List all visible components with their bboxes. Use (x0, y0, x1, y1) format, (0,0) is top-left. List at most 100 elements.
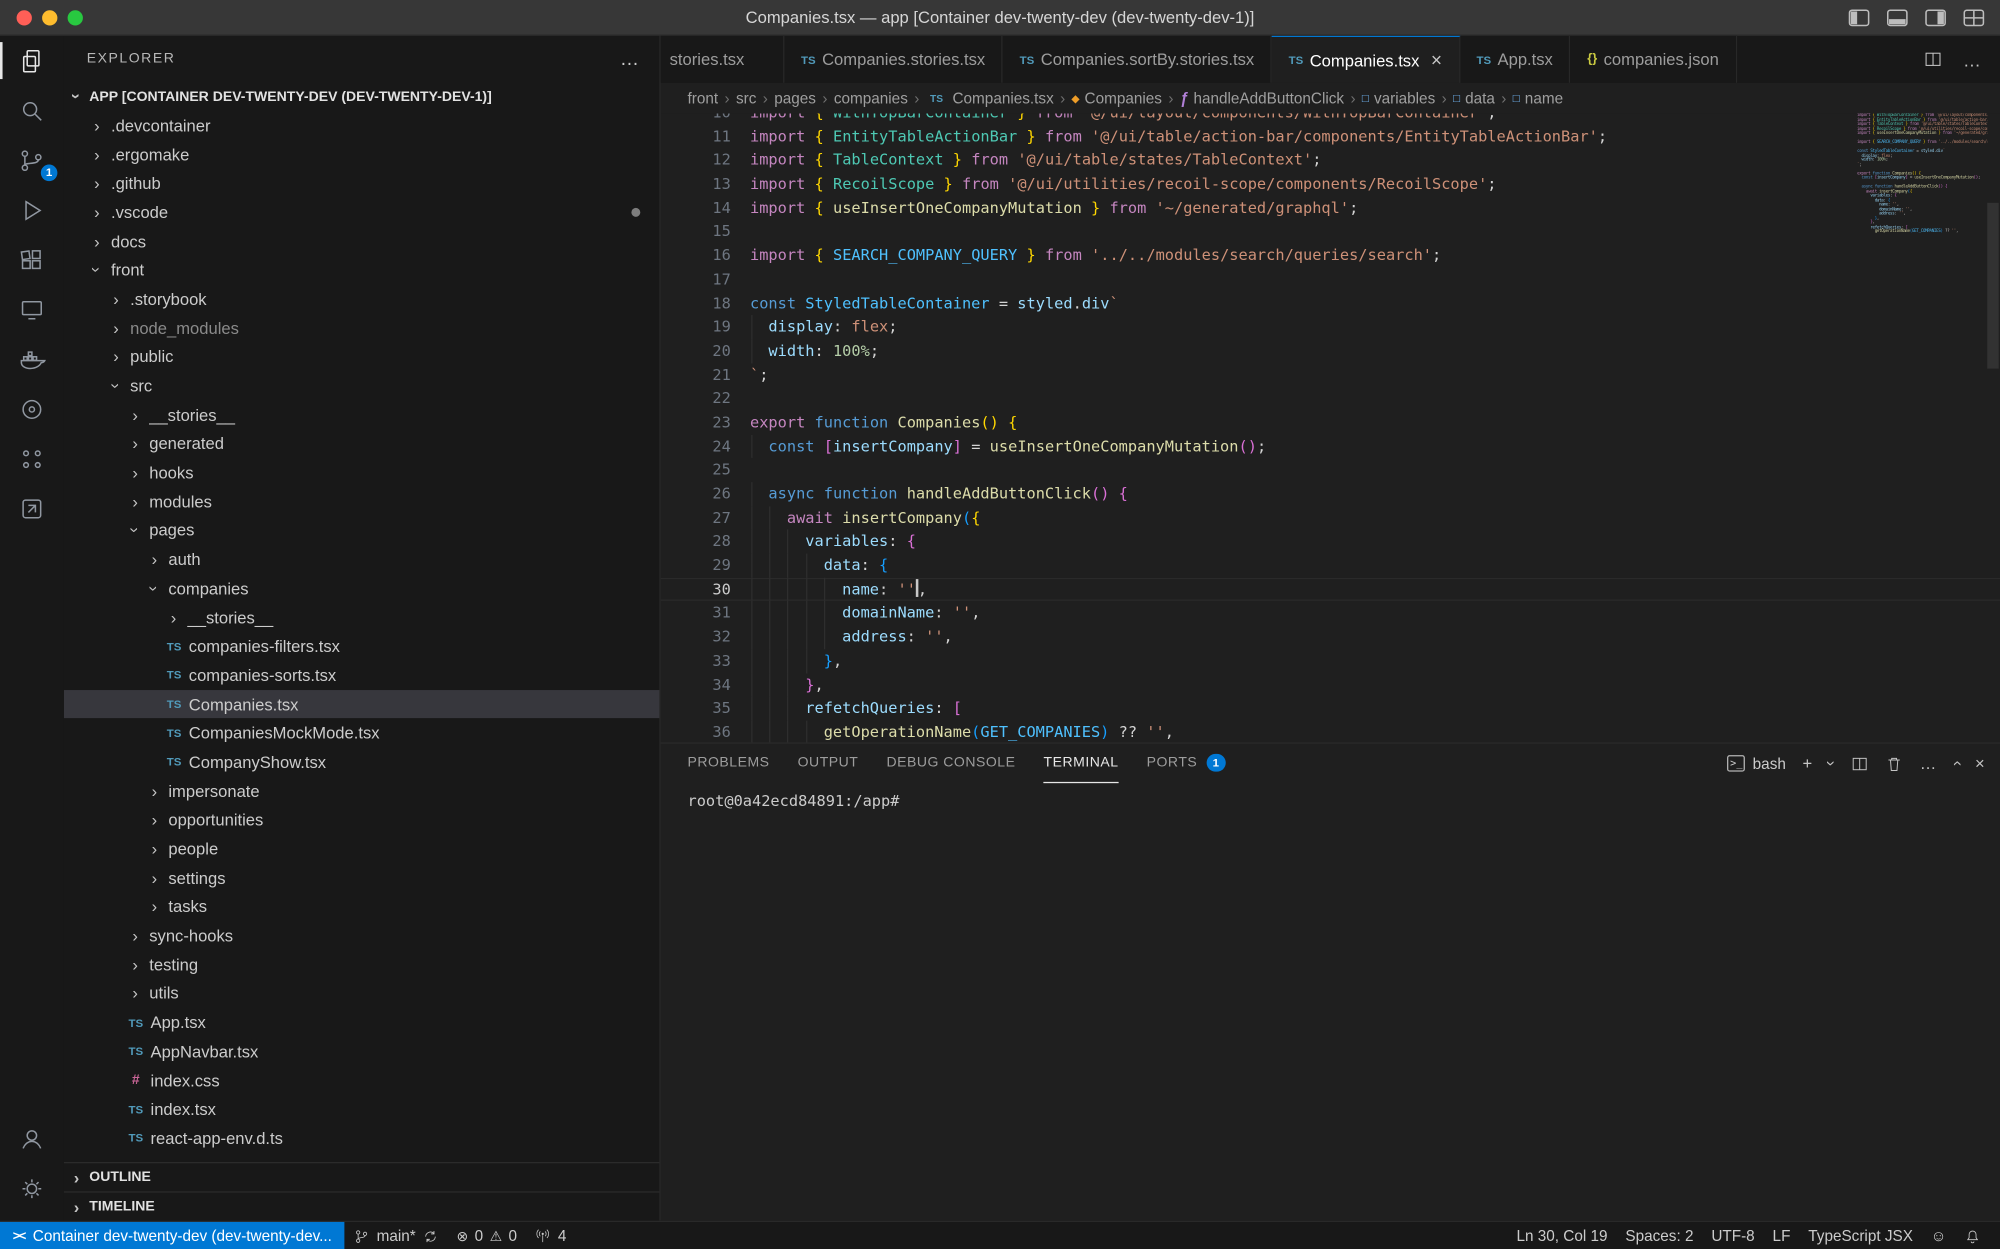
breadcrumb-pages[interactable]: pages (774, 89, 816, 107)
code-line-20[interactable]: 20 width: 100%; (661, 339, 2000, 363)
tree-folder-__stories__[interactable]: ›__stories__ (64, 400, 660, 429)
tree-folder-auth[interactable]: ›auth (64, 545, 660, 574)
tree-file-CompanyShow.tsx[interactable]: TSCompanyShow.tsx (64, 748, 660, 777)
terminal-content[interactable]: root@0a42ecd84891:/app# (661, 783, 2000, 1221)
workspace-section-header[interactable]: › APP [CONTAINER DEV-TWENTY-DEV (DEV-TWE… (64, 82, 660, 111)
breadcrumb-Companies[interactable]: ◆Companies (1072, 89, 1162, 107)
ports-indicator[interactable]: 4 (526, 1222, 575, 1249)
tree-file-AppNavbar.tsx[interactable]: TSAppNavbar.tsx (64, 1037, 660, 1066)
close-panel-icon[interactable]: × (1975, 754, 1985, 773)
extension-a-activity-button[interactable] (0, 384, 64, 434)
tree-folder-.ergomake[interactable]: ›.ergomake (64, 140, 660, 169)
tree-folder-pages[interactable]: ›pages (64, 516, 660, 545)
breadcrumb-front[interactable]: front (687, 89, 718, 107)
tree-folder-testing[interactable]: ›testing (64, 950, 660, 979)
breadcrumb-src[interactable]: src (736, 89, 756, 107)
tree-folder-hooks[interactable]: ›hooks (64, 458, 660, 487)
extensions-activity-button[interactable] (0, 235, 64, 285)
tree-folder-.devcontainer[interactable]: ›.devcontainer (64, 111, 660, 140)
code-line-16[interactable]: 16import { SEARCH_COMPANY_QUERY } from '… (661, 244, 2000, 268)
tree-folder-people[interactable]: ›people (64, 834, 660, 863)
tree-file-App.tsx[interactable]: TSApp.tsx (64, 1008, 660, 1037)
extension-c-activity-button[interactable] (0, 483, 64, 533)
eol-setting[interactable]: LF (1764, 1222, 1800, 1249)
tree-folder-settings[interactable]: ›settings (64, 863, 660, 892)
code-line-14[interactable]: 14import { useInsertOneCompanyMutation }… (661, 196, 2000, 220)
tab-stories.tsx[interactable]: stories.tsx (661, 36, 785, 83)
kill-terminal-icon[interactable] (1885, 754, 1903, 772)
code-line-17[interactable]: 17 (661, 268, 2000, 292)
cursor-position[interactable]: Ln 30, Col 19 (1508, 1222, 1617, 1249)
indentation-setting[interactable]: Spaces: 2 (1616, 1222, 1702, 1249)
toggle-sidebar-left-icon[interactable] (1848, 8, 1870, 26)
code-line-21[interactable]: 21`; (661, 363, 2000, 387)
tree-file-index.css[interactable]: #index.css (64, 1066, 660, 1095)
tree-folder-impersonate[interactable]: ›impersonate (64, 777, 660, 806)
tree-file-Companies.tsx[interactable]: TSCompanies.tsx (64, 690, 660, 719)
panel-tab-ports[interactable]: PORTS1 (1147, 744, 1226, 784)
tab-App.tsx[interactable]: TSApp.tsx (1460, 36, 1571, 83)
problems-indicator[interactable]: ⊗ 0 ⚠ 0 (448, 1222, 526, 1249)
docker-activity-button[interactable] (0, 334, 64, 384)
branch-indicator[interactable]: main* (345, 1222, 448, 1249)
new-terminal-icon[interactable]: + (1802, 754, 1812, 773)
timeline-section-header[interactable]: › TIMELINE (64, 1191, 660, 1220)
tree-folder-.storybook[interactable]: ›.storybook (64, 285, 660, 314)
feedback-icon[interactable]: ☺ (1922, 1222, 1956, 1249)
code-line-19[interactable]: 19 display: flex; (661, 315, 2000, 339)
maximize-panel-icon[interactable]: › (1946, 761, 1965, 767)
tree-folder-__stories__[interactable]: ›__stories__ (64, 603, 660, 632)
code-line-32[interactable]: 32 address: '', (661, 625, 2000, 649)
toggle-panel-icon[interactable] (1886, 8, 1908, 26)
terminal-shell-selector[interactable]: >_ bash (1728, 754, 1786, 772)
tree-file-CompaniesMockMode.tsx[interactable]: TSCompaniesMockMode.tsx (64, 719, 660, 748)
search-activity-button[interactable] (0, 85, 64, 135)
toggle-sidebar-right-icon[interactable] (1925, 8, 1947, 26)
explorer-more-actions-icon[interactable]: … (620, 48, 639, 70)
panel-tab-debug-console[interactable]: DEBUG CONSOLE (886, 744, 1015, 784)
code-line-26[interactable]: 26 async function handleAddButtonClick()… (661, 482, 2000, 506)
code-line-36[interactable]: 36 getOperationName(GET_COMPANIES) ?? ''… (661, 721, 2000, 743)
tree-folder-.github[interactable]: ›.github (64, 169, 660, 198)
code-line-23[interactable]: 23export function Companies() { (661, 411, 2000, 435)
notifications-bell-icon[interactable] (1955, 1222, 1989, 1249)
panel-tab-output[interactable]: OUTPUT (798, 744, 859, 784)
code-line-18[interactable]: 18const StyledTableContainer = styled.di… (661, 291, 2000, 315)
tree-folder-sync-hooks[interactable]: ›sync-hooks (64, 921, 660, 950)
tab-companies.json[interactable]: {}companies.json (1571, 36, 1737, 83)
chevron-down-icon[interactable]: › (1822, 761, 1841, 767)
split-editor-icon[interactable] (1923, 50, 1942, 69)
code-line-13[interactable]: 13import { RecoilScope } from '@/ui/util… (661, 172, 2000, 196)
tree-folder-src[interactable]: ›src (64, 371, 660, 400)
tree-file-index.tsx[interactable]: TSindex.tsx (64, 1095, 660, 1124)
tree-folder-tasks[interactable]: ›tasks (64, 892, 660, 921)
breadcrumb-variables[interactable]: □variables (1362, 89, 1435, 107)
tab-Companies.tsx[interactable]: TSCompanies.tsx× (1272, 36, 1460, 83)
code-line-35[interactable]: 35 refetchQueries: [ (661, 697, 2000, 721)
remote-indicator[interactable]: >< Container dev-twenty-dev (dev-twenty-… (0, 1222, 345, 1249)
close-tab-icon[interactable]: × (1431, 49, 1442, 71)
tree-folder-modules[interactable]: ›modules (64, 487, 660, 516)
code-line-33[interactable]: 33 }, (661, 649, 2000, 673)
tree-folder-generated[interactable]: ›generated (64, 429, 660, 458)
tab-Companies.stories.tsx[interactable]: TSCompanies.stories.tsx (784, 36, 1003, 83)
tree-folder-utils[interactable]: ›utils (64, 979, 660, 1008)
breadcrumb-handleAddButtonClick[interactable]: ƒhandleAddButtonClick (1180, 89, 1344, 107)
code-line-10[interactable]: 10import { WithTopBarContainer } from '@… (661, 114, 2000, 125)
code-editor[interactable]: 10import { WithTopBarContainer } from '@… (661, 114, 2000, 743)
panel-more-actions-icon[interactable]: … (1920, 754, 1937, 773)
extension-b-activity-button[interactable] (0, 434, 64, 484)
code-line-24[interactable]: 24 const [insertCompany] = useInsertOneC… (661, 434, 2000, 458)
tree-file-companies-sorts.tsx[interactable]: TScompanies-sorts.tsx (64, 661, 660, 690)
settings-button[interactable] (0, 1163, 64, 1213)
tree-folder-docs[interactable]: ›docs (64, 227, 660, 256)
run-debug-activity-button[interactable] (0, 185, 64, 235)
code-line-25[interactable]: 25 (661, 458, 2000, 482)
code-line-22[interactable]: 22 (661, 387, 2000, 411)
zoom-window-button[interactable] (68, 10, 83, 25)
code-line-34[interactable]: 34 }, (661, 673, 2000, 697)
breadcrumb-data[interactable]: □data (1453, 89, 1495, 107)
tree-file-companies-filters.tsx[interactable]: TScompanies-filters.tsx (64, 632, 660, 661)
tree-folder-front[interactable]: ›front (64, 256, 660, 285)
tree-folder-opportunities[interactable]: ›opportunities (64, 805, 660, 834)
